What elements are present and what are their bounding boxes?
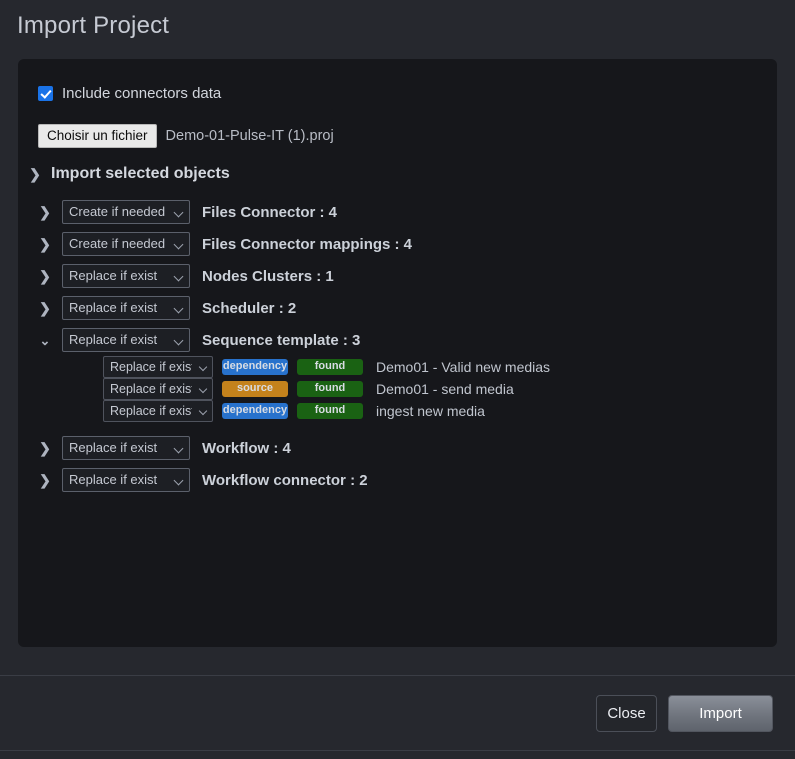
action-select[interactable]: Create if neededReplace if exist bbox=[62, 436, 190, 460]
select-wrapper: Create if neededReplace if exist bbox=[103, 356, 213, 378]
import-button[interactable]: Import bbox=[668, 694, 773, 732]
table-row[interactable]: ❯ Create if neededReplace if exist Files C… bbox=[18, 196, 777, 228]
object-row-label: Files Connector : 4 bbox=[202, 203, 338, 221]
object-row-label: Workflow connector : 2 bbox=[202, 471, 368, 489]
child-rows-list: Create if neededReplace if exist dependen… bbox=[18, 356, 777, 432]
object-rows-list: ❯ Create if neededReplace if exist Files C… bbox=[18, 196, 777, 496]
object-row-label: Workflow : 4 bbox=[202, 439, 291, 457]
object-row-label: Scheduler : 2 bbox=[202, 299, 297, 317]
select-wrapper: Create if neededReplace if exist bbox=[62, 436, 190, 460]
table-row[interactable]: ❯ Create if neededReplace if exist Workflo… bbox=[18, 432, 777, 464]
action-select[interactable]: Create if neededReplace if exist bbox=[62, 200, 190, 224]
action-select[interactable]: Create if neededReplace if exist bbox=[62, 328, 190, 352]
action-select[interactable]: Create if neededReplace if exist bbox=[62, 232, 190, 256]
import-options-panel: Include connectors data Choisir un fichi… bbox=[18, 59, 777, 647]
include-connectors-row[interactable]: Include connectors data bbox=[38, 85, 221, 102]
table-row[interactable]: ❯ Create if neededReplace if exist Workflo… bbox=[18, 464, 777, 496]
chevron-right-icon[interactable]: ❯ bbox=[29, 167, 41, 181]
chevron-right-icon[interactable]: ❯ bbox=[39, 237, 51, 251]
select-wrapper: Create if neededReplace if exist bbox=[103, 400, 213, 422]
object-row-label: Sequence template : 3 bbox=[202, 331, 361, 349]
select-wrapper: Create if neededReplace if exist bbox=[62, 200, 190, 224]
chevron-right-icon[interactable]: ❯ bbox=[39, 473, 51, 487]
close-button[interactable]: Close bbox=[596, 694, 657, 732]
chevron-right-icon[interactable]: ❯ bbox=[39, 269, 51, 283]
section-title: Import selected objects bbox=[51, 165, 230, 182]
child-action-select[interactable]: Create if neededReplace if exist bbox=[103, 378, 213, 400]
file-picker-row: Choisir un fichier Demo-01-Pulse-IT (1).… bbox=[38, 124, 334, 148]
child-row-label: Demo01 - Valid new medias bbox=[376, 359, 551, 375]
dialog-footer: Close Import bbox=[0, 676, 795, 750]
footer-divider-bottom bbox=[0, 750, 795, 751]
select-wrapper: Create if neededReplace if exist bbox=[62, 264, 190, 288]
table-row[interactable]: ❯ Create if neededReplace if exist Files C… bbox=[18, 228, 777, 260]
include-connectors-checkbox[interactable] bbox=[38, 86, 53, 101]
import-selected-objects-header[interactable]: ❯ Import selected objects bbox=[29, 165, 230, 183]
table-row[interactable]: ❯ Create if neededReplace if exist Schedul… bbox=[18, 292, 777, 324]
page-title: Import Project bbox=[17, 12, 170, 39]
import-project-dialog: Import Project Include connectors data C… bbox=[0, 0, 795, 759]
table-row[interactable]: ❯ Create if neededReplace if exist Nodes C… bbox=[18, 260, 777, 292]
object-row-label: Nodes Clusters : 1 bbox=[202, 267, 334, 285]
chevron-right-icon[interactable]: ❯ bbox=[39, 301, 51, 315]
select-wrapper: Create if neededReplace if exist bbox=[103, 378, 213, 400]
status-badge: found bbox=[297, 403, 363, 419]
select-wrapper: Create if neededReplace if exist bbox=[62, 232, 190, 256]
chevron-right-icon[interactable]: ❯ bbox=[39, 441, 51, 455]
child-row-label: ingest new media bbox=[376, 403, 485, 419]
list-item[interactable]: Create if neededReplace if exist dependen… bbox=[103, 356, 777, 378]
chevron-down-icon[interactable]: ⌄ bbox=[39, 334, 51, 347]
selected-file-name: Demo-01-Pulse-IT (1).proj bbox=[165, 128, 334, 144]
select-wrapper: Create if neededReplace if exist bbox=[62, 328, 190, 352]
child-row-label: Demo01 - send media bbox=[376, 381, 514, 397]
child-rows-spacer bbox=[103, 422, 777, 432]
action-select[interactable]: Create if neededReplace if exist bbox=[62, 264, 190, 288]
action-select[interactable]: Create if neededReplace if exist bbox=[62, 296, 190, 320]
list-item[interactable]: Create if neededReplace if exist dependen… bbox=[103, 400, 777, 422]
kind-badge: dependency bbox=[222, 403, 288, 419]
status-badge: found bbox=[297, 381, 363, 397]
kind-badge: dependency bbox=[222, 359, 288, 375]
child-action-select[interactable]: Create if neededReplace if exist bbox=[103, 400, 213, 422]
kind-badge: source bbox=[222, 381, 288, 397]
object-row-label: Files Connector mappings : 4 bbox=[202, 235, 413, 253]
child-action-select[interactable]: Create if neededReplace if exist bbox=[103, 356, 213, 378]
table-row[interactable]: ⌄ Create if neededReplace if exist Sequenc… bbox=[18, 324, 777, 356]
list-item[interactable]: Create if neededReplace if exist source fo… bbox=[103, 378, 777, 400]
select-wrapper: Create if neededReplace if exist bbox=[62, 296, 190, 320]
action-select[interactable]: Create if neededReplace if exist bbox=[62, 468, 190, 492]
status-badge: found bbox=[297, 359, 363, 375]
choose-file-button[interactable]: Choisir un fichier bbox=[38, 124, 157, 148]
chevron-right-icon[interactable]: ❯ bbox=[39, 205, 51, 219]
include-connectors-label: Include connectors data bbox=[62, 85, 222, 102]
select-wrapper: Create if neededReplace if exist bbox=[62, 468, 190, 492]
